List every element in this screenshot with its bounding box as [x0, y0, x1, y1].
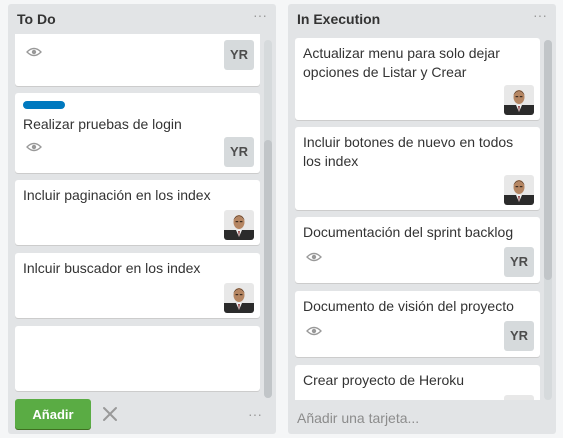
list-menu-button[interactable]: ···	[253, 7, 267, 23]
card[interactable]: Documentación del sprint backlog YR	[295, 217, 540, 283]
more-options-icon[interactable]: ···	[248, 406, 262, 422]
scrollbar-track[interactable]	[264, 40, 272, 398]
watch-icon	[26, 141, 42, 153]
member-photo	[224, 283, 254, 313]
card-composer-controls: Añadir ···	[8, 394, 276, 434]
member-avatar[interactable]	[504, 85, 534, 115]
card-title: Documento de visión del proyecto	[303, 298, 514, 314]
new-card-textarea[interactable]	[15, 326, 260, 391]
watch-icon	[306, 251, 322, 263]
list-title[interactable]: In Execution	[297, 11, 380, 27]
watch-icon	[26, 46, 42, 58]
list-menu-button[interactable]: ···	[533, 7, 547, 23]
member-avatar-initials[interactable]: YR	[504, 247, 534, 277]
card-title: Documentación del sprint backlog	[303, 224, 514, 240]
card-title: Actualizar menu para solo dejar opciones…	[303, 45, 500, 80]
card-title: Incluir paginación en los index	[23, 187, 211, 203]
list-to-do: To Do ··· YR Realizar pruebas de login Y…	[8, 4, 276, 434]
card-label-blue[interactable]	[23, 101, 65, 109]
card[interactable]: Crear proyecto de Heroku	[295, 365, 540, 400]
member-avatar[interactable]	[224, 210, 254, 240]
card[interactable]: Realizar pruebas de login YR	[15, 93, 260, 173]
card-title: Crear proyecto de Heroku	[303, 372, 465, 388]
member-avatar-initials[interactable]: YR	[224, 137, 254, 167]
card[interactable]: Actualizar menu para solo dejar opciones…	[295, 38, 540, 120]
member-photo	[504, 395, 534, 400]
add-card-link[interactable]: Añadir una tarjeta...	[297, 410, 419, 426]
member-avatar-initials[interactable]: YR	[224, 40, 254, 70]
card-list: YR Realizar pruebas de login YR Incluir …	[8, 34, 276, 394]
close-icon[interactable]	[102, 406, 118, 422]
card[interactable]: Incluir botones de nuevo en todos los in…	[295, 127, 540, 210]
watch-icon	[306, 325, 322, 337]
add-card-button[interactable]: Añadir	[15, 399, 91, 429]
card-list: Actualizar menu para solo dejar opciones…	[288, 34, 556, 400]
member-avatar[interactable]	[224, 283, 254, 313]
list-header: To Do ···	[8, 4, 276, 34]
list-in-execution: In Execution ··· Actualizar menu para so…	[288, 4, 556, 434]
scrollbar-track[interactable]	[544, 40, 552, 400]
card[interactable]: Incluir paginación en los index	[15, 180, 260, 245]
card[interactable]: Documento de visión del proyecto YR	[295, 291, 540, 357]
scrollbar-thumb[interactable]	[264, 140, 272, 398]
member-photo	[504, 85, 534, 115]
list-title[interactable]: To Do	[17, 11, 56, 27]
member-photo	[504, 175, 534, 205]
scrollbar-thumb[interactable]	[544, 40, 552, 280]
card-title: Incluir botones de nuevo en todos los in…	[303, 134, 514, 169]
member-avatar[interactable]	[504, 175, 534, 205]
card[interactable]: Inlcuir buscador en los index	[15, 253, 260, 318]
card-title: Realizar pruebas de login	[23, 116, 182, 132]
member-photo	[224, 210, 254, 240]
list-header: In Execution ···	[288, 4, 556, 34]
member-avatar[interactable]	[504, 395, 534, 400]
member-avatar-initials[interactable]: YR	[504, 321, 534, 351]
card-title: Inlcuir buscador en los index	[23, 260, 201, 276]
card[interactable]: YR	[15, 34, 260, 86]
